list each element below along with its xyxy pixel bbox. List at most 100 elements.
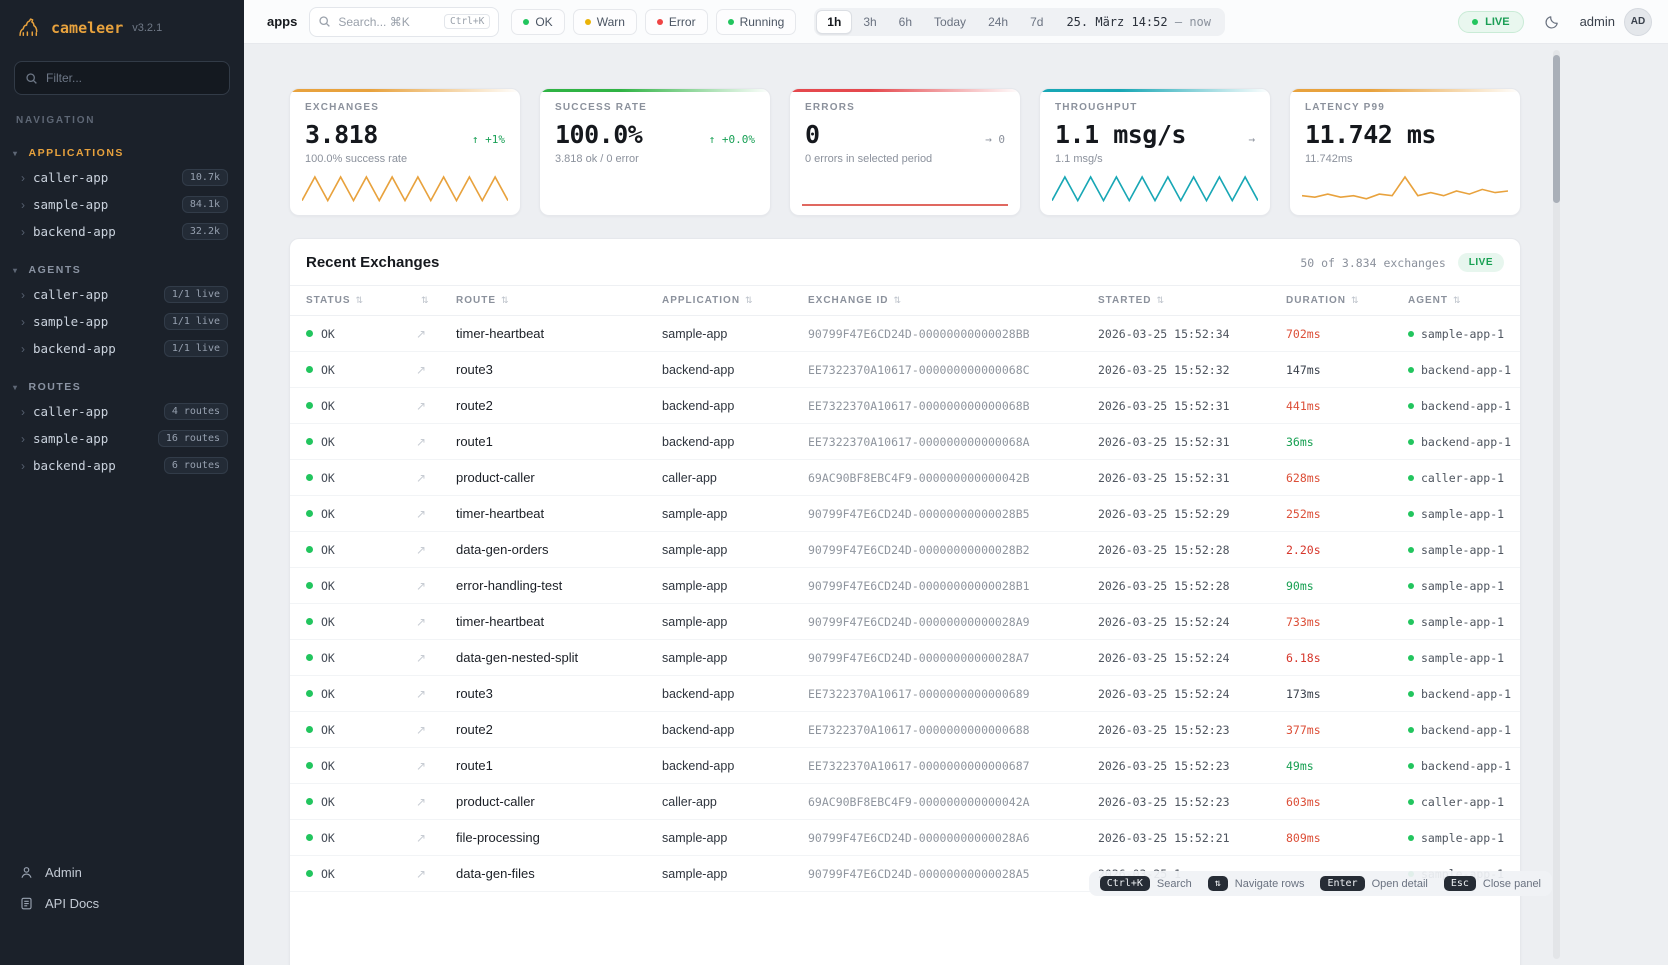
table-row[interactable]: OK↗data-gen-orderssample-app90799F47E6CD… — [290, 532, 1520, 568]
sidebar-item-caller-app[interactable]: ›caller-app10.7k — [0, 164, 244, 191]
column-header-status[interactable]: STATUS⇅ — [290, 286, 408, 316]
app-logo[interactable]: cameleer v3.2.1 — [0, 0, 244, 53]
column-header-route[interactable]: ROUTE⇅ — [448, 286, 654, 316]
trace-arrow-icon: ↗ — [416, 615, 426, 629]
search-input[interactable] — [338, 15, 437, 29]
exchange-id-cell: 90799F47E6CD24D-00000000000028B1 — [800, 568, 1090, 604]
camel-logo-icon — [16, 15, 42, 41]
agent-cell: sample-app-1 — [1400, 496, 1520, 532]
duration-cell: 377ms — [1278, 712, 1400, 748]
table-row[interactable]: OK↗route2backend-appEE7322370A10617-0000… — [290, 712, 1520, 748]
table-row[interactable]: OK↗product-callercaller-app69AC90BF8EBC4… — [290, 460, 1520, 496]
status-value: OK — [306, 471, 400, 485]
sidebar-item-admin[interactable]: Admin — [0, 857, 244, 888]
sidebar-item-caller-app[interactable]: ›caller-app4 routes — [0, 398, 244, 425]
time-range-6h[interactable]: 6h — [888, 10, 923, 34]
sort-icon: ⇅ — [356, 295, 365, 305]
status-value: OK — [306, 795, 400, 809]
time-range-7d[interactable]: 7d — [1019, 10, 1054, 34]
table-row[interactable]: OK↗product-callercaller-app69AC90BF8EBC4… — [290, 784, 1520, 820]
agent-cell: backend-app-1 — [1400, 424, 1520, 460]
table-row[interactable]: OK↗timer-heartbeatsample-app90799F47E6CD… — [290, 496, 1520, 532]
sidebar-item-api-docs[interactable]: API Docs — [0, 888, 244, 919]
status-value: OK — [306, 399, 400, 413]
table-row[interactable]: OK↗route1backend-appEE7322370A10617-0000… — [290, 748, 1520, 784]
chevron-right-icon: › — [21, 343, 25, 355]
table-row[interactable]: OK↗route1backend-appEE7322370A10617-0000… — [290, 424, 1520, 460]
card-accent-strip — [790, 89, 1020, 92]
table-row[interactable]: OK↗route2backend-appEE7322370A10617-0000… — [290, 388, 1520, 424]
filter-chip-running[interactable]: Running — [716, 9, 797, 35]
agent-cell: sample-app-1 — [1400, 316, 1520, 352]
column-header-exchange-id[interactable]: EXCHANGE ID⇅ — [800, 286, 1090, 316]
sidebar-item-backend-app[interactable]: ›backend-app6 routes — [0, 452, 244, 479]
sort-icon: ⇅ — [421, 295, 430, 305]
table-row[interactable]: OK↗data-gen-nested-splitsample-app90799F… — [290, 640, 1520, 676]
table-row[interactable]: OK↗route3backend-appEE7322370A10617-0000… — [290, 352, 1520, 388]
sidebar-item-badge: 1/1 live — [164, 286, 228, 303]
section-header-routes[interactable]: ▾ROUTES — [0, 378, 244, 398]
status-ok-dot — [306, 834, 313, 841]
time-range-24h[interactable]: 24h — [977, 10, 1019, 34]
section-header-agents[interactable]: ▾AGENTS — [0, 261, 244, 281]
sort-icon: ⇅ — [1351, 295, 1360, 305]
column-header-label: ROUTE — [456, 295, 496, 306]
sparkline-chart — [802, 173, 1008, 207]
status-dot — [523, 19, 529, 25]
exchange-id-cell: 90799F47E6CD24D-00000000000028BB — [800, 316, 1090, 352]
section-header-applications[interactable]: ▾APPLICATIONS — [0, 144, 244, 164]
time-range-group: 1h3h6hToday24h7d 25. März 14:52 — now — [814, 8, 1225, 36]
application-cell: backend-app — [654, 352, 800, 388]
filter-chip-label: Running — [740, 15, 785, 29]
table-row[interactable]: OK↗timer-heartbeatsample-app90799F47E6CD… — [290, 316, 1520, 352]
sidebar-item-backend-app[interactable]: ›backend-app32.2k — [0, 218, 244, 245]
sort-icon: ⇅ — [745, 295, 754, 305]
scrollbar-thumb[interactable] — [1553, 55, 1560, 203]
time-range-3h[interactable]: 3h — [852, 10, 887, 34]
agent-label: sample-app-1 — [1421, 327, 1504, 341]
theme-toggle-button[interactable] — [1537, 7, 1567, 37]
table-row[interactable]: OK↗file-processingsample-app90799F47E6CD… — [290, 820, 1520, 856]
table-row[interactable]: OK↗route3backend-appEE7322370A10617-0000… — [290, 676, 1520, 712]
sidebar-item-backend-app[interactable]: ›backend-app1/1 live — [0, 335, 244, 362]
table-row[interactable]: OK↗error-handling-testsample-app90799F47… — [290, 568, 1520, 604]
content-column: EXCHANGES3.818↑ +1%100.0% success rateSU… — [289, 88, 1521, 965]
started-cell: 2026-03-25 15:52:31 — [1090, 424, 1278, 460]
user-menu[interactable]: admin AD — [1580, 8, 1652, 36]
sidebar-footer: Admin API Docs — [0, 849, 244, 965]
filter-chip-label: OK — [535, 15, 552, 29]
column-header-trace[interactable]: ⇅ — [408, 286, 448, 316]
filter-chip-warn[interactable]: Warn — [573, 9, 637, 35]
live-toggle[interactable]: LIVE — [1458, 11, 1523, 33]
stat-card-delta: ↑ +0.0% — [709, 133, 755, 146]
search-icon — [25, 72, 38, 85]
trace-arrow-icon: ↗ — [416, 579, 426, 593]
time-range-1h[interactable]: 1h — [816, 10, 852, 34]
time-range-today[interactable]: Today — [923, 10, 977, 34]
sidebar-item-sample-app[interactable]: ›sample-app84.1k — [0, 191, 244, 218]
time-display[interactable]: 25. März 14:52 — now — [1054, 15, 1223, 29]
status-ok-dot — [306, 366, 313, 373]
column-header-duration[interactable]: DURATION⇅ — [1278, 286, 1400, 316]
filter-input[interactable] — [46, 71, 219, 85]
status-dot — [728, 19, 734, 25]
column-header-application[interactable]: APPLICATION⇅ — [654, 286, 800, 316]
table-row[interactable]: OK↗timer-heartbeatsample-app90799F47E6CD… — [290, 604, 1520, 640]
column-header-started[interactable]: STARTED⇅ — [1090, 286, 1278, 316]
sidebar-item-caller-app[interactable]: ›caller-app1/1 live — [0, 281, 244, 308]
column-header-agent[interactable]: AGENT⇅ — [1400, 286, 1520, 316]
trace-arrow-icon: ↗ — [416, 867, 426, 881]
shortcut-hint-search: Ctrl+KSearch — [1100, 876, 1192, 891]
filter-chip-ok[interactable]: OK — [511, 9, 564, 35]
status-label: OK — [321, 687, 335, 701]
sidebar-item-sample-app[interactable]: ›sample-app1/1 live — [0, 308, 244, 335]
status-value: OK — [306, 687, 400, 701]
agent-value: backend-app-1 — [1408, 399, 1512, 413]
sidebar-item-sample-app[interactable]: ›sample-app16 routes — [0, 425, 244, 452]
trace-arrow-icon: ↗ — [416, 507, 426, 521]
filter-chip-error[interactable]: Error — [645, 9, 708, 35]
sort-icon: ⇅ — [893, 295, 902, 305]
exchange-table-body: OK↗timer-heartbeatsample-app90799F47E6CD… — [290, 316, 1520, 892]
started-cell: 2026-03-25 15:52:31 — [1090, 460, 1278, 496]
chevron-down-icon: ▾ — [13, 149, 19, 158]
